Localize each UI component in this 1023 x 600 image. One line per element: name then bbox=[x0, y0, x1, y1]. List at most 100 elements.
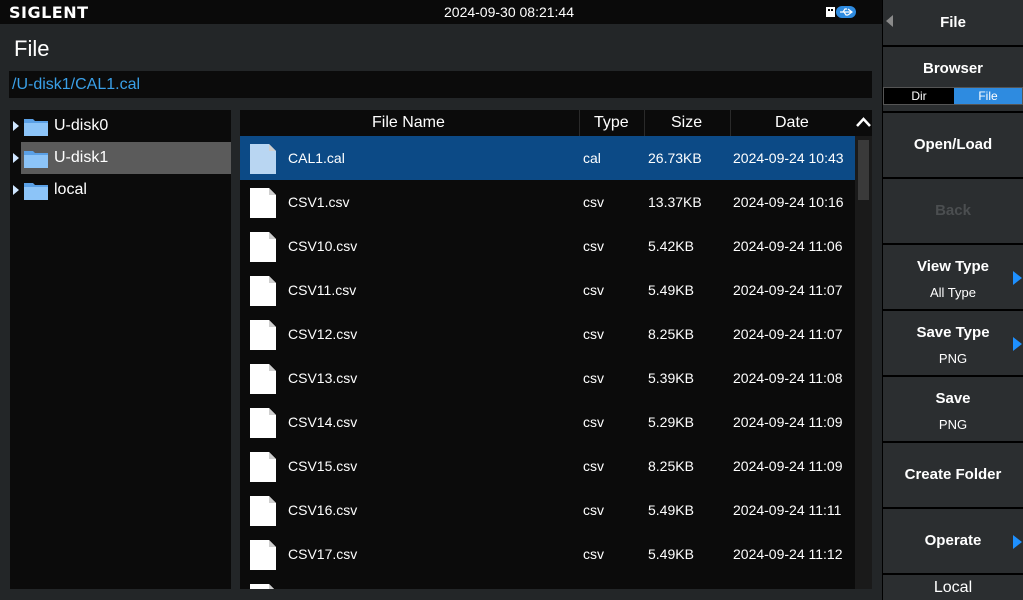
triangle-right-icon bbox=[1013, 337, 1022, 351]
scroll-thumb[interactable] bbox=[858, 140, 869, 200]
view-type-value: All Type bbox=[929, 285, 976, 300]
chevron-up-icon[interactable] bbox=[855, 110, 872, 136]
save-button[interactable]: Save PNG bbox=[883, 377, 1023, 441]
column-header-type[interactable]: Type bbox=[594, 114, 629, 132]
file-size: 5.49KB bbox=[648, 502, 694, 518]
table-row[interactable]: CSV13.csv csv 5.39KB 2024-09-24 11:08 bbox=[240, 356, 855, 400]
browser-option-file[interactable]: File bbox=[954, 88, 1022, 104]
tree-item-u-disk1[interactable]: U-disk1 bbox=[10, 142, 231, 174]
triangle-right-icon[interactable] bbox=[13, 121, 19, 131]
column-header-size[interactable]: Size bbox=[671, 114, 702, 132]
file-date: 2024-09-24 11:09 bbox=[733, 414, 843, 430]
file-date: 2024-09-24 11:09 bbox=[733, 458, 843, 474]
file-size: 5.49KB bbox=[648, 282, 694, 298]
table-row[interactable]: CSV10.csv csv 5.42KB 2024-09-24 11:06 bbox=[240, 224, 855, 268]
operate-label: Operate bbox=[924, 532, 982, 549]
open-load-label: Open/Load bbox=[913, 136, 993, 153]
file-name: CSV11.csv bbox=[288, 282, 357, 298]
file-size: 13.37KB bbox=[648, 194, 702, 210]
column-divider bbox=[730, 110, 731, 136]
save-type-label: Save Type bbox=[916, 324, 990, 341]
file-icon bbox=[250, 188, 276, 218]
file-type: csv bbox=[583, 326, 604, 342]
browser-option-dir[interactable]: Dir bbox=[884, 88, 954, 104]
file-icon bbox=[250, 364, 276, 394]
table-row[interactable]: CSV12.csv csv 8.25KB 2024-09-24 11:07 bbox=[240, 312, 855, 356]
file-icon bbox=[250, 320, 276, 350]
page-title: File bbox=[14, 36, 50, 61]
file-date: 2024-09-24 11:12 bbox=[733, 546, 843, 562]
file-type: csv bbox=[583, 238, 604, 254]
tree-item-u-disk0[interactable]: U-disk0 bbox=[10, 110, 231, 142]
file-type: csv bbox=[583, 194, 604, 210]
file-name: CSV1.csv bbox=[288, 194, 350, 210]
table-row[interactable]: CSV11.csv csv 5.49KB 2024-09-24 11:07 bbox=[240, 268, 855, 312]
file-name: CSV15.csv bbox=[288, 458, 358, 474]
file-type: cal bbox=[583, 150, 601, 166]
file-date: 2024-09-24 11:08 bbox=[733, 370, 843, 386]
softkey-menu: File Browser Dir File Open/Load Back Vie… bbox=[882, 0, 1023, 600]
tree-item-local[interactable]: local bbox=[10, 174, 231, 206]
file-size: 5.39KB bbox=[648, 370, 694, 386]
view-type-button[interactable]: View Type All Type bbox=[883, 245, 1023, 309]
table-row[interactable]: CSV14.csv csv 5.29KB 2024-09-24 11:09 bbox=[240, 400, 855, 444]
table-row[interactable]: CSV1.csv csv 13.37KB 2024-09-24 10:16 bbox=[240, 180, 855, 224]
back-button[interactable]: Back bbox=[883, 179, 1023, 243]
save-type-value: PNG bbox=[938, 351, 968, 366]
file-icon bbox=[250, 584, 274, 589]
back-label: Back bbox=[935, 202, 971, 219]
table-row[interactable]: CSV16.csv csv 5.49KB 2024-09-24 11:11 bbox=[240, 488, 855, 532]
triangle-right-icon[interactable] bbox=[13, 153, 19, 163]
file-icon bbox=[250, 496, 276, 526]
table-row[interactable]: CAL1.cal cal 26.73KB 2024-09-24 10:43 bbox=[240, 136, 855, 180]
local-status[interactable]: Local bbox=[883, 575, 1023, 600]
menu-title[interactable]: File bbox=[883, 0, 1023, 45]
file-icon bbox=[250, 144, 276, 174]
file-name: CAL1.cal bbox=[288, 150, 345, 166]
save-type-button[interactable]: Save Type PNG bbox=[883, 311, 1023, 375]
file-size: 8.25KB bbox=[648, 458, 694, 474]
file-date: 2024-09-24 11:07 bbox=[733, 282, 843, 298]
browser-label: Browser bbox=[922, 60, 984, 77]
file-size: 26.73KB bbox=[648, 150, 702, 166]
file-table: File Name Type Size Date CAL1.cal cal 26.7… bbox=[240, 110, 872, 589]
browser-toggle[interactable]: Browser Dir File bbox=[883, 47, 1023, 111]
file-name: CSV13.csv bbox=[288, 370, 358, 386]
file-name: CSV16.csv bbox=[288, 502, 358, 518]
scrollbar[interactable] bbox=[855, 136, 872, 589]
file-manager-panel: File /U-disk1/CAL1.cal U-disk0 U-disk1 l… bbox=[0, 24, 882, 600]
open-load-button[interactable]: Open/Load bbox=[883, 113, 1023, 177]
file-size: 5.42KB bbox=[648, 238, 694, 254]
usb-icon bbox=[826, 6, 856, 18]
file-date: 2024-09-24 10:16 bbox=[733, 194, 844, 210]
table-row[interactable]: CSV17.csv csv 5.49KB 2024-09-24 11:12 bbox=[240, 532, 855, 576]
file-type: csv bbox=[583, 546, 604, 562]
column-header-name[interactable]: File Name bbox=[372, 114, 445, 132]
path-bar: /U-disk1/CAL1.cal bbox=[9, 71, 872, 98]
triangle-right-icon[interactable] bbox=[13, 185, 19, 195]
table-row[interactable] bbox=[240, 576, 855, 589]
status-bar: SIGLENT 2024-09-30 08:21:44 bbox=[0, 0, 882, 24]
folder-icon bbox=[24, 119, 48, 136]
table-row[interactable]: CSV15.csv csv 8.25KB 2024-09-24 11:09 bbox=[240, 444, 855, 488]
folder-icon bbox=[24, 151, 48, 168]
operate-button[interactable]: Operate bbox=[883, 509, 1023, 573]
tree-item-label: U-disk0 bbox=[54, 117, 109, 134]
menu-title-label: File bbox=[940, 14, 966, 31]
browser-segmented-control[interactable]: Dir File bbox=[883, 87, 1023, 105]
file-icon bbox=[250, 408, 276, 438]
clock: 2024-09-30 08:21:44 bbox=[444, 4, 574, 20]
current-path: /U-disk1/CAL1.cal bbox=[12, 76, 141, 93]
brand-logo: SIGLENT bbox=[9, 3, 89, 22]
save-value: PNG bbox=[938, 417, 968, 432]
file-type: csv bbox=[583, 458, 604, 474]
file-size: 8.25KB bbox=[648, 326, 694, 342]
file-icon bbox=[250, 276, 276, 306]
file-name: CSV12.csv bbox=[288, 326, 358, 342]
triangle-right-icon bbox=[1013, 271, 1022, 285]
file-date: 2024-09-24 11:06 bbox=[733, 238, 843, 254]
file-type: csv bbox=[583, 414, 604, 430]
view-type-label: View Type bbox=[917, 258, 989, 275]
create-folder-button[interactable]: Create Folder bbox=[883, 443, 1023, 507]
column-header-date[interactable]: Date bbox=[775, 114, 809, 132]
